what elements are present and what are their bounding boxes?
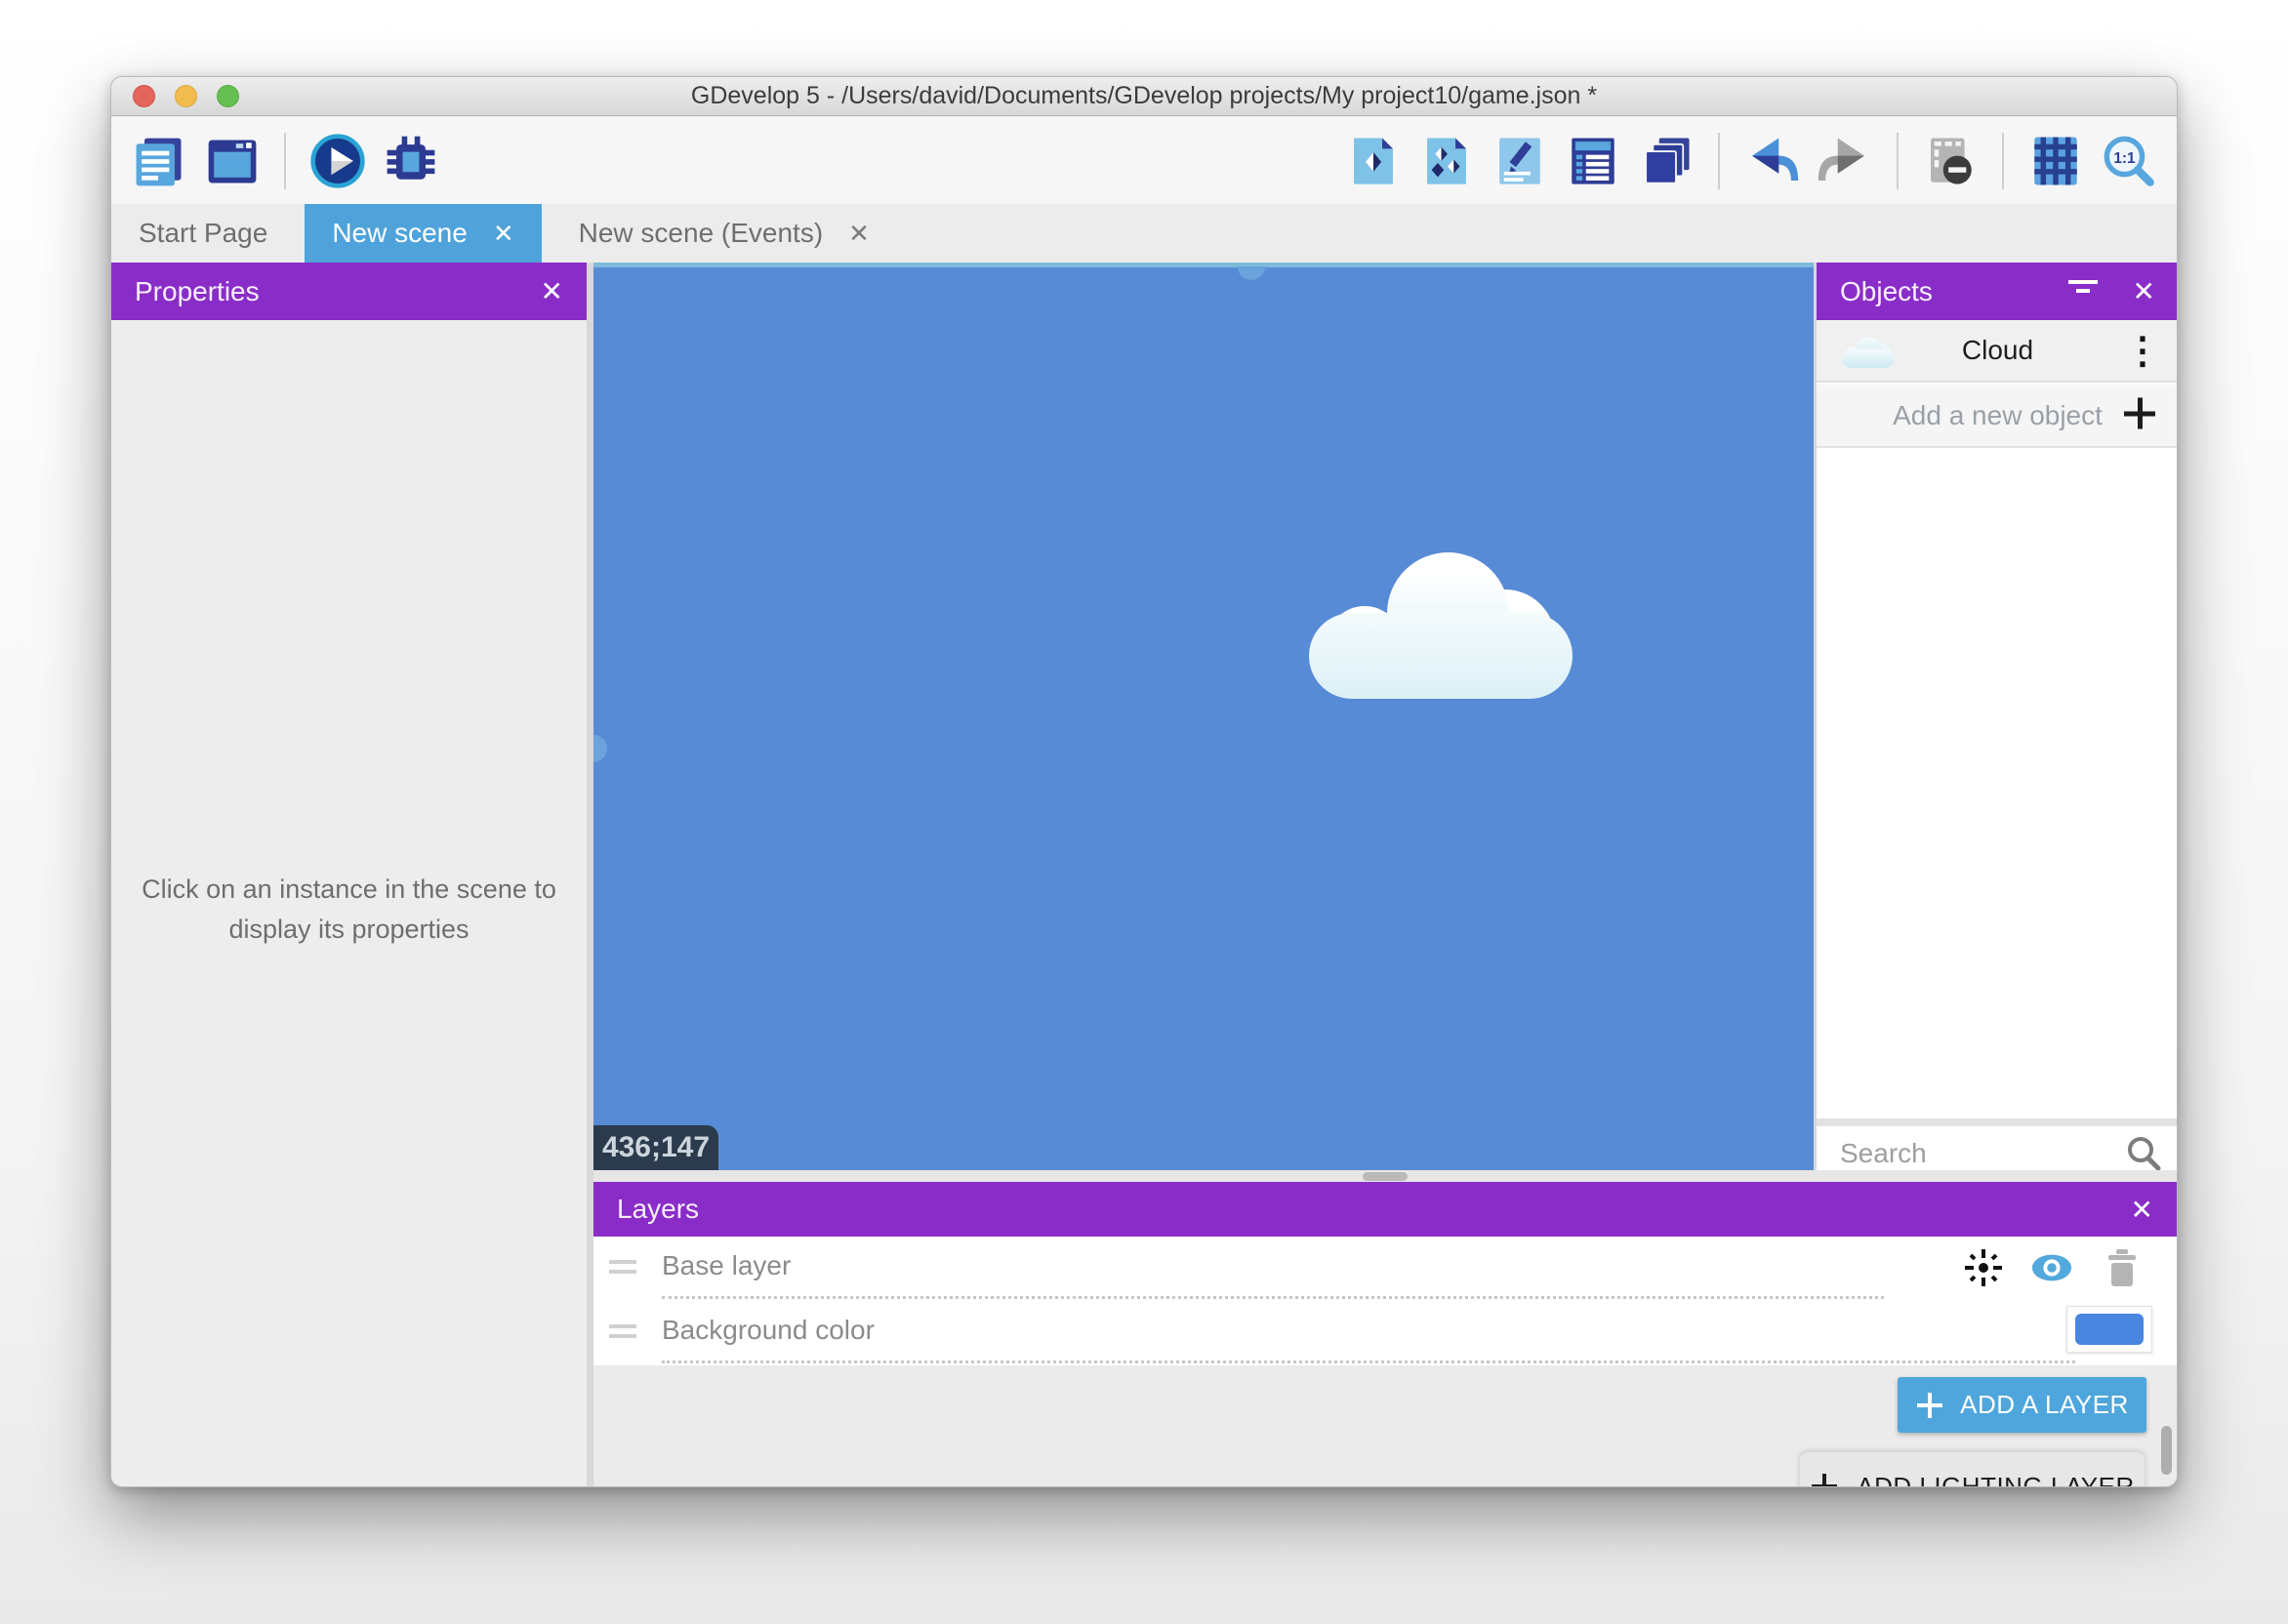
- layer-row-base[interactable]: Base layer: [593, 1237, 2177, 1301]
- traffic-lights: [133, 77, 239, 115]
- editor-content: Properties ✕ Click on an instance in the…: [111, 263, 2177, 1486]
- close-icon[interactable]: ✕: [848, 221, 870, 246]
- layer-effects-icon[interactable]: [1962, 1246, 2005, 1289]
- empty-message-line: display its properties: [121, 910, 577, 950]
- tab-label: New scene: [332, 218, 468, 249]
- gdevelop-window: GDevelop 5 - /Users/david/Documents/GDev…: [110, 76, 2178, 1487]
- close-icon[interactable]: ✕: [541, 275, 563, 307]
- tab-new-scene-events[interactable]: New scene (Events) ✕: [552, 204, 897, 263]
- objects-title: Objects: [1840, 276, 1933, 307]
- close-window-button[interactable]: [133, 85, 155, 107]
- title-bar: GDevelop 5 - /Users/david/Documents/GDev…: [111, 77, 2177, 116]
- plus-icon: [2122, 395, 2157, 435]
- objects-editor-icon[interactable]: [1344, 132, 1403, 190]
- plus-icon: [1810, 1472, 1839, 1487]
- canvas-resize-handle-left[interactable]: [593, 735, 607, 762]
- start-page-icon[interactable]: [203, 132, 262, 190]
- background-color-swatch: [2075, 1314, 2144, 1345]
- scene-canvas[interactable]: 436;147: [593, 263, 1814, 1170]
- play-icon[interactable]: [308, 132, 367, 190]
- redo-icon[interactable]: [1816, 132, 1874, 190]
- add-layer-button[interactable]: ADD A LAYER: [1898, 1377, 2146, 1433]
- object-name: Cloud: [1962, 335, 2033, 366]
- object-groups-editor-icon[interactable]: [1417, 132, 1476, 190]
- tab-start-page[interactable]: Start Page: [111, 204, 295, 263]
- toolbar-left-group: [130, 132, 440, 190]
- tab-new-scene[interactable]: New scene ✕: [305, 204, 541, 263]
- layers-header: Layers ✕: [593, 1182, 2177, 1237]
- layer-delete-trash-icon[interactable]: [2101, 1246, 2144, 1289]
- layer-name-underline: [662, 1296, 1884, 1299]
- toolbar-separator: [2002, 133, 2004, 189]
- minimize-window-button[interactable]: [175, 85, 197, 107]
- add-layer-label: ADD A LAYER: [1960, 1390, 2129, 1420]
- layer-visibility-eye-icon[interactable]: [2030, 1246, 2073, 1289]
- layer-name[interactable]: Base layer: [662, 1250, 791, 1281]
- project-manager-icon[interactable]: [130, 132, 188, 190]
- scene-properties-icon[interactable]: [1491, 132, 1549, 190]
- object-item-cloud[interactable]: Cloud ⋮: [1817, 320, 2178, 383]
- add-new-object-button[interactable]: Add a new object: [1817, 385, 2178, 448]
- toggle-grid-icon[interactable]: [2026, 132, 2085, 190]
- kebab-menu-icon[interactable]: ⋮: [2124, 320, 2161, 381]
- window-title: GDevelop 5 - /Users/david/Documents/GDev…: [111, 82, 2177, 110]
- layer-row-background[interactable]: Background color: [593, 1301, 2177, 1365]
- toolbar-separator: [1897, 133, 1899, 189]
- layer-name-underline: [662, 1360, 2075, 1363]
- add-lighting-layer-label: ADD LIGHTING LAYER: [1857, 1472, 2134, 1488]
- plus-icon: [1915, 1391, 1944, 1420]
- cloud-sprite[interactable]: [1309, 552, 1573, 699]
- canvas-resize-handle-top[interactable]: [1238, 266, 1265, 280]
- toolbar-separator: [1718, 133, 1720, 189]
- toggle-mask-icon[interactable]: [1921, 132, 1980, 190]
- undo-icon[interactable]: [1742, 132, 1801, 190]
- empty-message-line: Click on an instance in the scene to: [121, 870, 577, 910]
- drag-handle-icon[interactable]: [609, 1324, 636, 1344]
- layer-list: Base layer: [593, 1237, 2177, 1365]
- desktop-background: GDevelop 5 - /Users/david/Documents/GDev…: [0, 0, 2288, 1624]
- objects-header: Objects ✕: [1817, 263, 2178, 320]
- instances-list-icon[interactable]: [1564, 132, 1622, 190]
- cursor-coordinates: 436;147: [593, 1125, 718, 1170]
- background-color-picker[interactable]: [2066, 1306, 2152, 1353]
- close-icon[interactable]: ✕: [2133, 275, 2155, 307]
- properties-panel: Properties ✕ Click on an instance in the…: [111, 263, 587, 1486]
- filter-icon[interactable]: [2066, 276, 2100, 306]
- tab-bar: Start Page New scene ✕ New scene (Events…: [111, 204, 2177, 263]
- properties-empty-message: Click on an instance in the scene to dis…: [121, 870, 577, 950]
- zoom-original-icon[interactable]: 1:1: [2100, 132, 2158, 190]
- close-icon[interactable]: ✕: [493, 221, 514, 246]
- layer-name[interactable]: Background color: [662, 1315, 875, 1346]
- layers-footer: ADD A LAYER ADD LIGHTING LAYER: [593, 1365, 2177, 1486]
- svg-text:1:1: 1:1: [2113, 149, 2136, 166]
- toolbar-separator: [284, 133, 286, 189]
- main-toolbar: 1:1: [111, 117, 2177, 204]
- properties-header: Properties ✕: [111, 263, 587, 320]
- toolbar-right-group: 1:1: [1344, 132, 2158, 190]
- cloud-thumbnail-icon: [1842, 336, 1895, 369]
- layers-panel: Layers ✕ Base layer: [593, 1170, 2177, 1486]
- layers-title: Layers: [617, 1194, 699, 1225]
- debug-icon[interactable]: [382, 132, 440, 190]
- add-object-label: Add a new object: [1893, 400, 2103, 431]
- add-lighting-layer-button[interactable]: ADD LIGHTING LAYER: [1800, 1452, 2145, 1487]
- scrollbar-thumb[interactable]: [2161, 1426, 2172, 1475]
- maximize-window-button[interactable]: [217, 85, 239, 107]
- panel-resize-handle[interactable]: [1363, 1172, 1408, 1181]
- tab-label: Start Page: [139, 218, 267, 249]
- drag-handle-icon[interactable]: [609, 1260, 636, 1279]
- close-icon[interactable]: ✕: [2131, 1194, 2153, 1226]
- objects-panel: Objects ✕ Cloud ⋮: [1817, 263, 2178, 1180]
- properties-title: Properties: [135, 276, 260, 307]
- tab-label: New scene (Events): [579, 218, 824, 249]
- layers-editor-icon[interactable]: [1637, 132, 1696, 190]
